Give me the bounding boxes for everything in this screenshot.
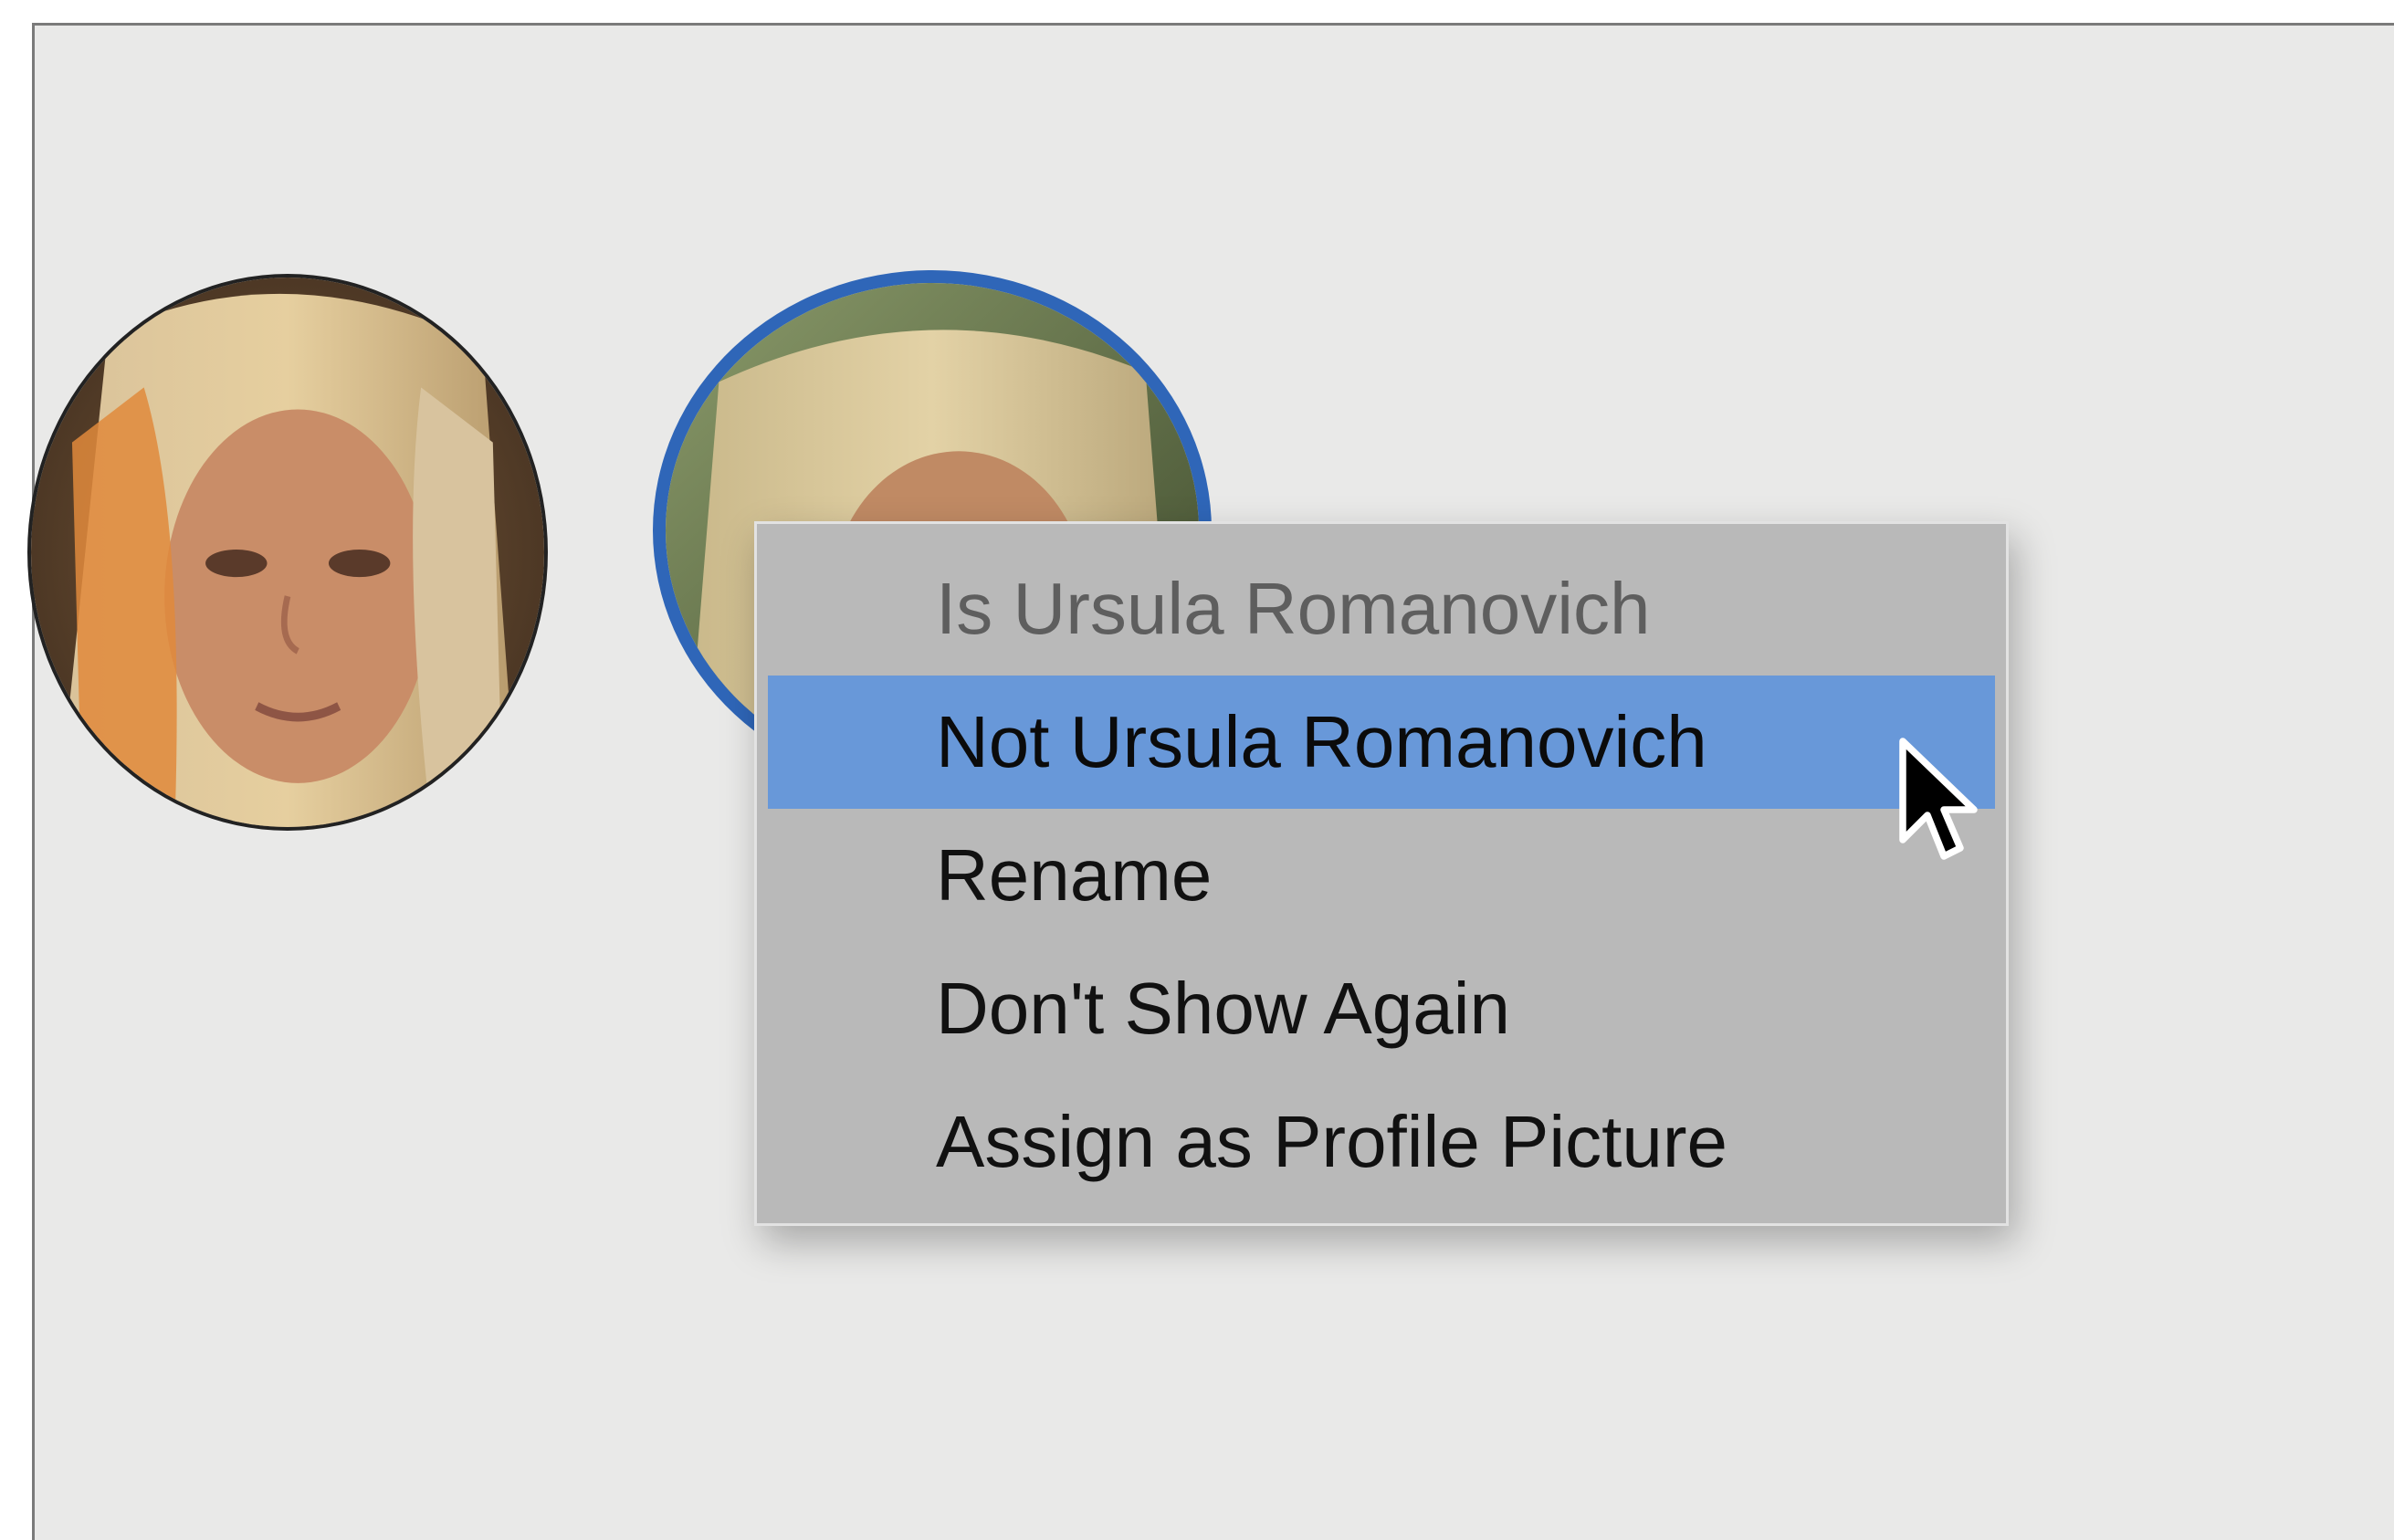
context-menu: Is Ursula Romanovich Not Ursula Romanovi… — [754, 521, 2009, 1226]
menu-item-not-person[interactable]: Not Ursula Romanovich — [768, 676, 1995, 809]
menu-item-is-person: Is Ursula Romanovich — [936, 568, 1651, 649]
face-thumbnail[interactable] — [27, 274, 548, 831]
face-image-icon — [31, 278, 544, 827]
arrow-pointer-icon — [1899, 738, 1978, 860]
menu-item-rename[interactable]: Rename — [757, 809, 2006, 942]
menu-item-assign-profile-picture[interactable]: Assign as Profile Picture — [757, 1075, 2006, 1209]
menu-item-dont-show-again[interactable]: Don't Show Again — [757, 942, 2006, 1075]
canvas: Is Ursula Romanovich Not Ursula Romanovi… — [0, 0, 2394, 1540]
